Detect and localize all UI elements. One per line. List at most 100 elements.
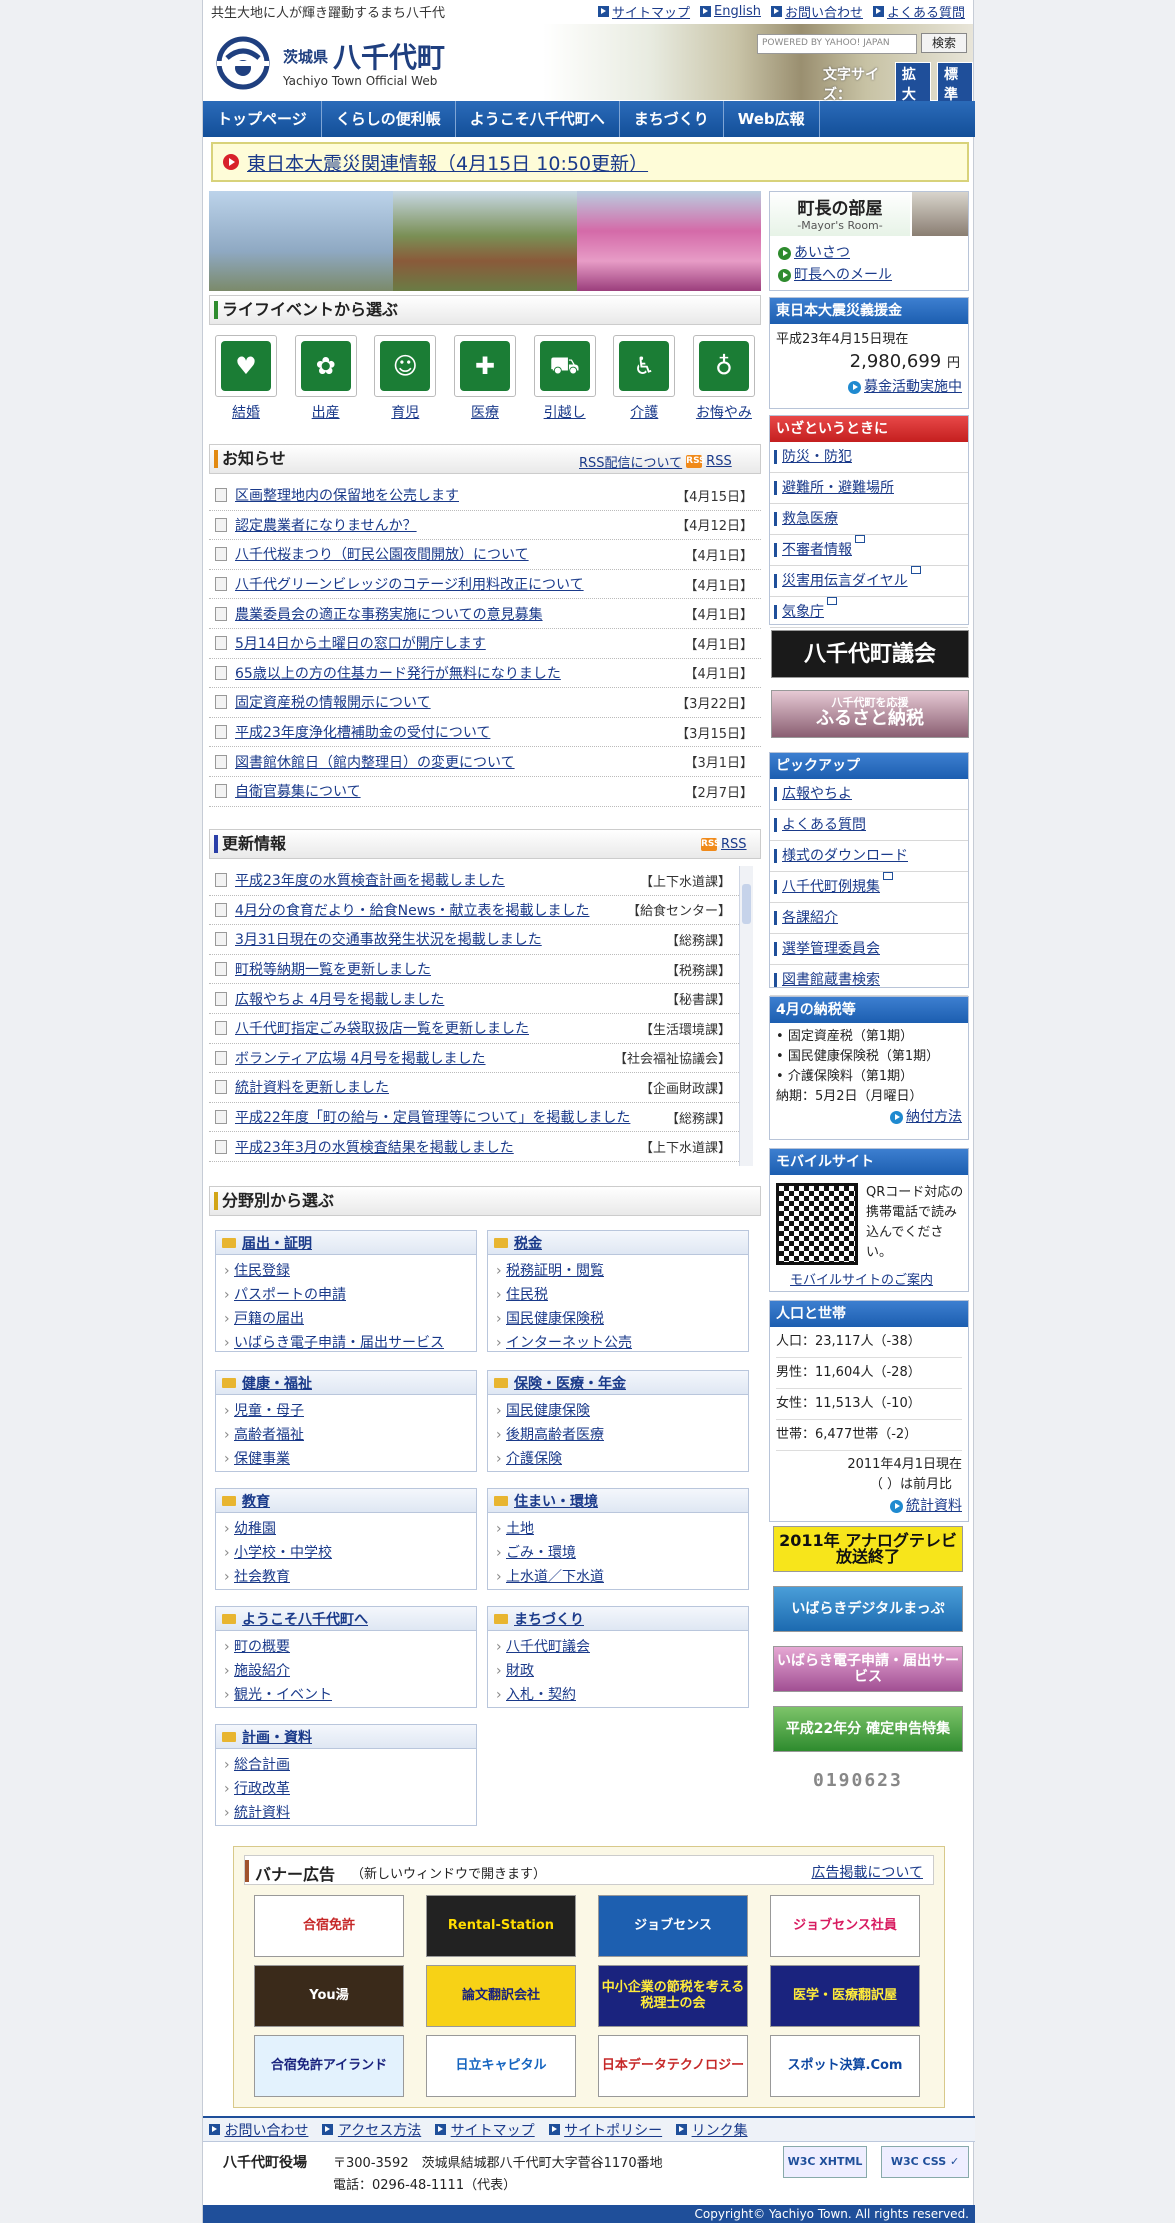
ad-banner[interactable]: スポット決算.Com [770,2035,920,2097]
footer-link-sitemap[interactable]: サイトマップ [435,2120,535,2140]
nav-web-pr[interactable]: Web広報 [724,101,820,137]
ad-placement-link[interactable]: 広告掲載について [811,1862,923,1882]
category-link[interactable]: 後期高齢者医療 [496,1423,740,1447]
nav-living[interactable]: くらしの便利帳 [322,101,456,137]
category-heading[interactable]: 届出・証明 [216,1231,476,1255]
site-logo[interactable]: 茨城県 八千代町 Yachiyo Town Official Web [213,32,453,92]
updates-rss-link[interactable]: RSS [721,837,747,852]
ad-banner[interactable]: 合宿免許アイランド [254,2035,404,2097]
category-link[interactable]: ごみ・環境 [496,1541,740,1565]
life-moving[interactable]: ⛟ 引越し [532,335,598,425]
top-link-english[interactable]: English [700,2,761,21]
pickup-link[interactable]: 八千代町例規集 [770,872,968,903]
category-link[interactable]: 入札・契約 [496,1683,740,1707]
e-application-banner[interactable]: いばらき電子申請・届出サービス [773,1646,963,1692]
news-item-title[interactable]: 5月14日から土曜日の窓口が開庁します [235,633,684,653]
digital-map-banner[interactable]: いばらきデジタルまっぷ [773,1586,963,1632]
category-link[interactable]: インターネット公売 [496,1331,740,1355]
emergency-link[interactable]: 避難所・避難場所 [770,473,968,504]
life-condolence[interactable]: ♁ お悔やみ [691,335,757,425]
updates-item[interactable]: 広報やちよ 4月号を掲載しました 【秘書課】 [209,984,739,1014]
search-button[interactable]: 検索 [921,33,967,53]
top-link-sitemap[interactable]: サイトマップ [598,2,690,21]
ad-banner[interactable]: 合宿免許 [254,1895,404,1957]
news-item[interactable]: 固定資産税の情報開示について 【3月22日】 [209,688,761,718]
life-birth[interactable]: ✿ 出産 [293,335,359,425]
statistics-link[interactable]: 統計資料 [776,1495,962,1515]
nav-top[interactable]: トップページ [203,101,322,137]
updates-item-title[interactable]: 平成23年3月の水質検査結果を掲載しました [235,1137,640,1157]
furusato-banner[interactable]: 八千代町を応援 ふるさと納税 [771,690,969,738]
category-link[interactable]: 住民登録 [224,1259,468,1283]
emergency-link[interactable]: 気象庁 [770,597,968,628]
updates-item[interactable]: 3月31日現在の交通事故発生状況を掲載しました 【総務課】 [209,925,739,955]
emergency-link[interactable]: 救急医療 [770,504,968,535]
updates-item[interactable]: 八千代町指定ごみ袋取扱店一覧を更新しました 【生活環境課】 [209,1014,739,1044]
rss-about-link[interactable]: RSS配信について [579,452,682,471]
nav-welcome[interactable]: ようこそ八千代町へ [456,101,620,137]
category-link[interactable]: 財政 [496,1659,740,1683]
ad-banner[interactable]: Rental-Station [426,1895,576,1957]
updates-item-title[interactable]: 八千代町指定ごみ袋取扱店一覧を更新しました [235,1018,640,1038]
life-childcare[interactable]: ☺ 育児 [372,335,438,425]
ad-banner[interactable]: ジョブセンス [598,1895,748,1957]
emergency-link[interactable]: 災害用伝言ダイヤル [770,566,968,597]
category-link[interactable]: 国民健康保険税 [496,1307,740,1331]
pickup-link[interactable]: 図書館蔵書検索 [770,965,968,996]
news-item[interactable]: 5月14日から土曜日の窓口が開庁します 【4月1日】 [209,629,761,659]
category-heading[interactable]: まちづくり [488,1607,748,1631]
category-heading[interactable]: 住まい・環境 [488,1489,748,1513]
news-item-title[interactable]: 八千代桜まつり（町民公園夜間開放）について [235,544,684,564]
updates-item[interactable]: 平成23年度の水質検査計画を掲載しました 【上下水道課】 [209,866,739,896]
category-link[interactable]: 税務証明・閲覧 [496,1259,740,1283]
pickup-link[interactable]: 選挙管理委員会 [770,934,968,965]
updates-scrollbar[interactable] [739,866,753,1166]
category-heading[interactable]: 計画・資料 [216,1725,476,1749]
footer-link-policy[interactable]: サイトポリシー [548,2120,662,2140]
font-size-large-button[interactable]: 拡大 [894,62,931,106]
w3c-css-badge[interactable]: W3C CSS ✓ [881,2146,969,2178]
news-item[interactable]: 65歳以上の方の住基カード発行が無料になりました 【4月1日】 [209,659,761,689]
news-item-title[interactable]: 自衛官募集について [235,781,684,801]
category-link[interactable]: 総合計画 [224,1753,468,1777]
news-item-title[interactable]: 認定農業者になりませんか？ [235,515,676,535]
category-link[interactable]: 児童・母子 [224,1399,468,1423]
ad-banner[interactable]: You湯 [254,1965,404,2027]
life-care[interactable]: ♿ 介護 [611,335,677,425]
updates-item[interactable]: 町税等納期一覧を更新しました 【税務課】 [209,955,739,985]
category-heading[interactable]: 税金 [488,1231,748,1255]
news-item-title[interactable]: 平成23年度浄化槽補助金の受付について [235,722,676,742]
updates-item-title[interactable]: 広報やちよ 4月号を掲載しました [235,989,666,1009]
updates-item-title[interactable]: 町税等納期一覧を更新しました [235,959,666,979]
ad-banner[interactable]: 日立キャピタル [426,2035,576,2097]
emergency-link[interactable]: 不審者情報 [770,535,968,566]
category-link[interactable]: 行政改革 [224,1777,468,1801]
updates-item-title[interactable]: 統計資料を更新しました [235,1077,640,1097]
updates-item[interactable]: ボランティア広場 4月号を掲載しました 【社会福祉協議会】 [209,1044,739,1074]
mobile-guide-link[interactable]: モバイルサイトのご案内 [790,1269,933,1288]
updates-item[interactable]: 4月分の食育だより・給食News・献立表を掲載しました 【給食センター】 [209,896,739,926]
category-link[interactable]: 土地 [496,1517,740,1541]
footer-link-contact[interactable]: お問い合わせ [209,2120,308,2140]
pickup-link[interactable]: 各課紹介 [770,903,968,934]
news-item[interactable]: 認定農業者になりませんか？ 【4月12日】 [209,511,761,541]
news-item[interactable]: 図書館休館日（館内整理日）の変更について 【3月1日】 [209,747,761,777]
category-heading[interactable]: ようこそ八千代町へ [216,1607,476,1631]
category-link[interactable]: 戸籍の届出 [224,1307,468,1331]
scroll-thumb[interactable] [742,884,751,924]
news-item[interactable]: 八千代桜まつり（町民公園夜間開放）について 【4月1日】 [209,540,761,570]
news-item-title[interactable]: 図書館休館日（館内整理日）の変更について [235,752,684,772]
category-link[interactable]: 国民健康保険 [496,1399,740,1423]
category-link[interactable]: 高齢者福祉 [224,1423,468,1447]
top-link-faq[interactable]: よくある質問 [872,2,965,21]
news-item[interactable]: 区画整理地内の保留地を公売します 【4月15日】 [209,481,761,511]
updates-item-title[interactable]: 3月31日現在の交通事故発生状況を掲載しました [235,929,666,949]
category-heading[interactable]: 健康・福祉 [216,1371,476,1395]
news-rss-link[interactable]: RSS [706,454,732,469]
category-heading[interactable]: 教育 [216,1489,476,1513]
category-link[interactable]: 小学校・中学校 [224,1541,468,1565]
ad-banner[interactable]: ジョブセンス社員 [770,1895,920,1957]
category-heading[interactable]: 保険・医療・年金 [488,1371,748,1395]
quake-notice[interactable]: 東日本大震災関連情報（4月15日 10:50更新） [211,142,969,182]
donation-link[interactable]: 募金活動実施中 [770,376,968,396]
